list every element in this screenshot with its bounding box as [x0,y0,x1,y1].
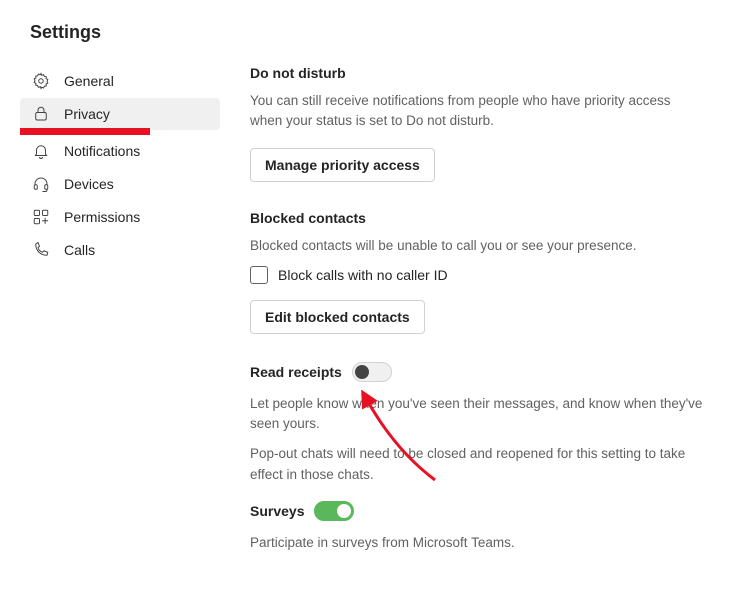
sidebar-item-label: Devices [64,176,114,192]
sidebar-item-notifications[interactable]: Notifications [20,135,220,167]
blocked-heading: Blocked contacts [250,210,703,226]
block-no-caller-id-label: Block calls with no caller ID [278,267,448,283]
sidebar-item-label: General [64,73,114,89]
headset-icon [32,175,50,193]
surveys-toggle[interactable] [314,501,354,521]
block-no-caller-id-checkbox[interactable] [250,266,268,284]
lock-icon [32,105,50,123]
settings-content: Do not disturb You can still receive not… [220,65,713,607]
settings-sidebar: General Privacy Notifications Devices [20,65,220,607]
dnd-heading: Do not disturb [250,65,703,81]
bell-icon [32,142,50,160]
gear-icon [32,72,50,90]
phone-icon [32,241,50,259]
dnd-description: You can still receive notifications from… [250,91,703,132]
manage-priority-access-button[interactable]: Manage priority access [250,148,435,182]
sidebar-item-label: Calls [64,242,95,258]
sidebar-item-calls[interactable]: Calls [20,234,220,266]
sidebar-item-devices[interactable]: Devices [20,168,220,200]
sidebar-item-label: Permissions [64,209,140,225]
sidebar-item-privacy[interactable]: Privacy [20,98,220,130]
sidebar-item-label: Notifications [64,143,140,159]
read-receipts-desc-1: Let people know when you've seen their m… [250,394,703,435]
sidebar-item-permissions[interactable]: Permissions [20,201,220,233]
surveys-description: Participate in surveys from Microsoft Te… [250,533,703,553]
read-receipts-desc-2: Pop-out chats will need to be closed and… [250,444,703,485]
apps-icon [32,208,50,226]
read-receipts-heading: Read receipts [250,364,342,380]
annotation-redline [20,128,150,135]
surveys-heading: Surveys [250,503,304,519]
sidebar-item-general[interactable]: General [20,65,220,97]
page-title: Settings [30,22,713,43]
read-receipts-toggle[interactable] [352,362,392,382]
sidebar-item-label: Privacy [64,106,110,122]
blocked-description: Blocked contacts will be unable to call … [250,236,703,256]
edit-blocked-contacts-button[interactable]: Edit blocked contacts [250,300,425,334]
